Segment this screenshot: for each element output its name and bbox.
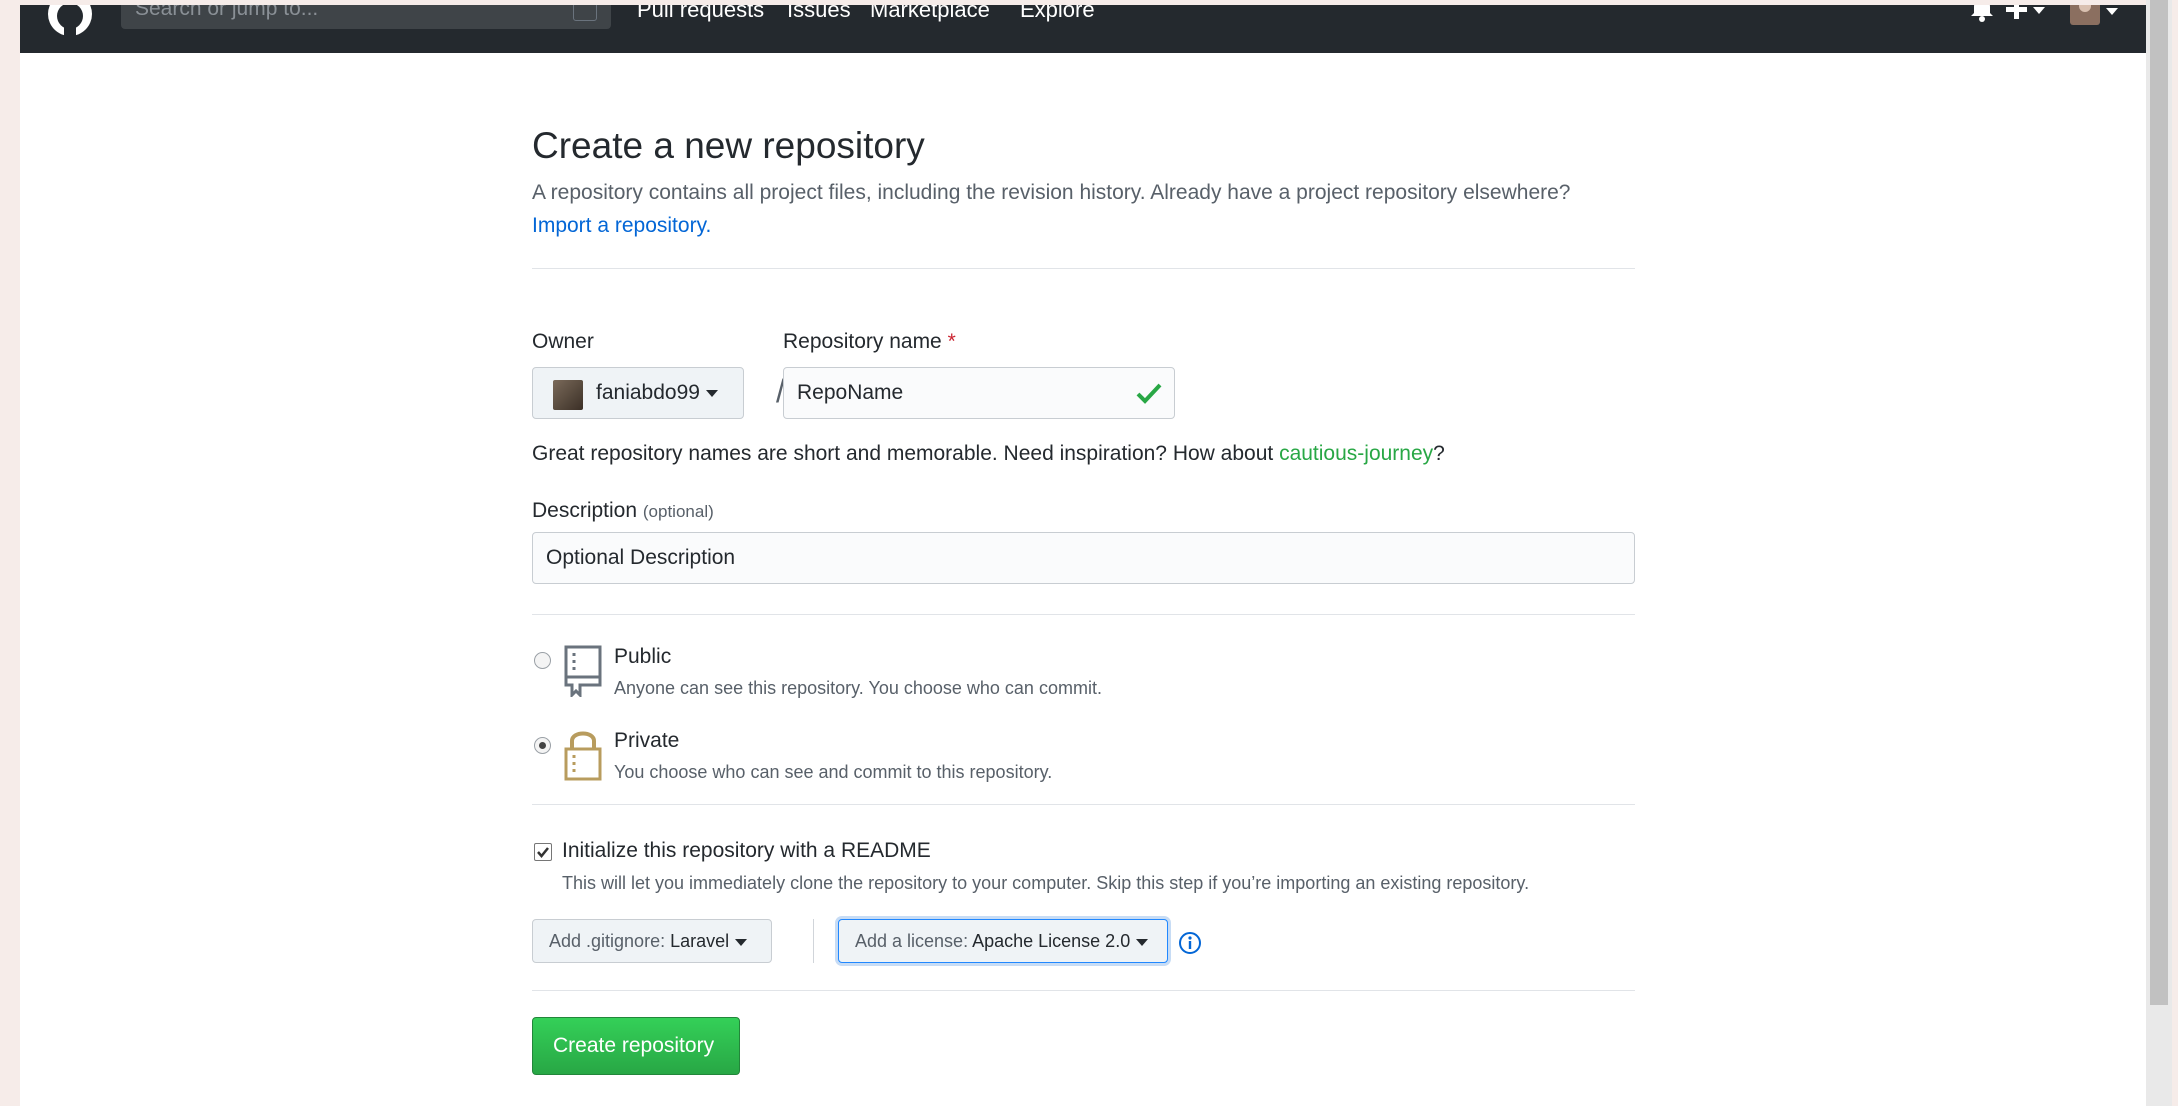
plus-dropdown-icon[interactable] xyxy=(2005,5,2049,23)
repository-name-input[interactable]: RepoName xyxy=(783,367,1175,419)
gitignore-value: Laravel xyxy=(670,931,730,951)
license-select[interactable]: Add a license: Apache License 2.0 xyxy=(838,919,1168,963)
suggested-name-link[interactable]: cautious-journey xyxy=(1279,442,1433,465)
check-icon xyxy=(1136,383,1162,404)
divider xyxy=(532,614,1635,615)
required-mark: * xyxy=(947,330,956,353)
private-title: Private xyxy=(614,729,680,752)
owner-label: Owner xyxy=(532,330,594,353)
description-value: Optional Description xyxy=(546,546,736,569)
owner-select[interactable]: faniabdo99 xyxy=(532,367,744,419)
nav-issues[interactable]: Issues xyxy=(787,5,851,23)
repo-name-label: Repository name * xyxy=(783,330,956,353)
private-description: You choose who can see and commit to thi… xyxy=(614,762,1053,782)
divider xyxy=(532,804,1635,805)
nav-pull-requests[interactable]: Pull requests xyxy=(637,5,764,23)
public-description: Anyone can see this repository. You choo… xyxy=(614,678,1102,698)
license-value: Apache License 2.0 xyxy=(972,931,1131,951)
github-logo-icon[interactable] xyxy=(45,5,95,39)
lock-icon xyxy=(564,731,602,781)
browser-page: Search or jump to... Pull requests Issue… xyxy=(20,5,2146,1106)
gitignore-select[interactable]: Add .gitignore: Laravel xyxy=(532,919,772,963)
create-repository-button[interactable]: Create repository xyxy=(532,1017,740,1075)
page-subtitle: A repository contains all project files,… xyxy=(532,181,1571,204)
top-header: Search or jump to... Pull requests Issue… xyxy=(20,5,2146,53)
user-avatar-icon[interactable] xyxy=(2068,5,2120,25)
repository-name-value: RepoName xyxy=(797,381,904,404)
scrollbar-thumb[interactable] xyxy=(2150,0,2168,1005)
private-radio[interactable] xyxy=(534,737,551,754)
gitignore-prefix: Add .gitignore: xyxy=(549,931,666,951)
search-placeholder: Search or jump to... xyxy=(135,5,319,20)
search-input[interactable]: Search or jump to... xyxy=(121,5,611,29)
info-icon[interactable] xyxy=(1178,931,1202,955)
name-hint: Great repository names are short and mem… xyxy=(532,442,1445,465)
readme-description: This will let you immediately clone the … xyxy=(562,873,1530,893)
slash-shortcut-icon xyxy=(573,5,597,21)
checkmark-icon xyxy=(537,847,549,858)
select-separator xyxy=(813,919,814,963)
divider xyxy=(532,268,1635,269)
chevron-down-icon xyxy=(735,938,748,946)
create-repository-label: Create repository xyxy=(553,1034,715,1057)
divider xyxy=(532,990,1635,991)
repo-book-icon xyxy=(564,645,602,697)
readme-label: Initialize this repository with a README xyxy=(562,839,931,862)
public-title: Public xyxy=(614,645,672,668)
public-radio[interactable] xyxy=(534,652,551,669)
chevron-down-icon xyxy=(705,389,718,397)
description-label: Description (optional) xyxy=(532,499,714,522)
readme-checkbox[interactable] xyxy=(534,843,552,861)
bell-icon[interactable] xyxy=(1970,5,1994,23)
nav-marketplace[interactable]: Marketplace xyxy=(870,5,990,23)
chevron-down-icon xyxy=(1136,938,1149,946)
owner-avatar xyxy=(553,380,583,410)
nav-explore[interactable]: Explore xyxy=(1020,5,1095,23)
import-repository-link[interactable]: Import a repository. xyxy=(532,214,711,238)
optional-note: (optional) xyxy=(642,502,714,521)
owner-value: faniabdo99 xyxy=(596,381,700,404)
page-title: Create a new repository xyxy=(532,125,925,166)
license-prefix: Add a license: xyxy=(855,931,969,951)
description-input[interactable]: Optional Description xyxy=(532,532,1635,584)
